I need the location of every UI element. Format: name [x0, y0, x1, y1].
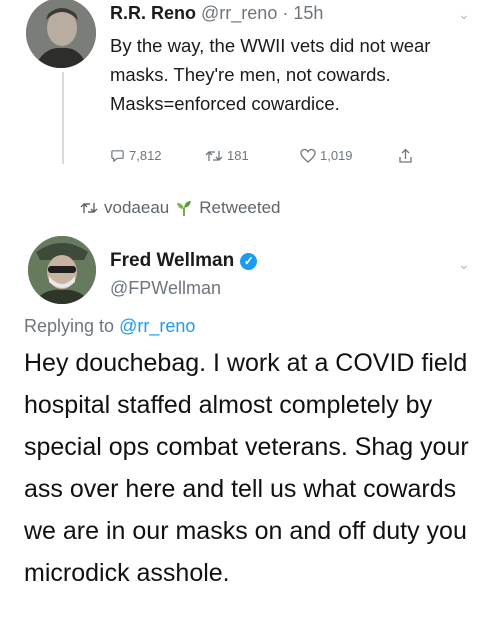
- like-icon: [300, 148, 316, 163]
- retweeter-name[interactable]: vodaeau: [104, 198, 169, 218]
- retweet-button[interactable]: 181: [205, 148, 249, 163]
- reply-button[interactable]: 7,812: [110, 148, 162, 163]
- tweet2-author-handle[interactable]: @FPWellman: [110, 278, 221, 299]
- chevron-down-icon[interactable]: ⌄: [458, 256, 470, 273]
- retweet-icon: [80, 203, 98, 213]
- replying-handle-link[interactable]: @rr_reno: [119, 316, 195, 336]
- like-count: 1,019: [320, 148, 353, 163]
- avatar-fred-wellman[interactable]: [28, 236, 96, 304]
- tweet1-author-name[interactable]: R.R. Reno: [110, 3, 196, 23]
- tweet2-text: Hey douchebag. I work at a COVID field h…: [24, 349, 469, 587]
- verified-badge-icon: ✓: [240, 252, 258, 270]
- retweet-icon: [205, 150, 223, 161]
- reply-icon: [111, 150, 124, 163]
- tweet2-author-name[interactable]: Fred Wellman: [110, 250, 234, 272]
- tweet2-header: Fred Wellman ✓: [110, 250, 258, 272]
- thread-line: [62, 72, 64, 164]
- tweet1-text: By the way, the WWII vets did not wear m…: [110, 35, 431, 114]
- tweet1-author-handle[interactable]: @rr_reno: [201, 3, 277, 23]
- avatar-rr-reno[interactable]: [26, 0, 96, 68]
- retweet-count: 181: [227, 148, 249, 163]
- sprout-emoji-icon: [177, 201, 192, 216]
- like-button[interactable]: 1,019: [300, 148, 353, 163]
- chevron-down-icon[interactable]: ⌄: [458, 6, 470, 23]
- retweeted-banner: vodaeau Retweeted: [80, 198, 281, 218]
- replying-to: Replying to @rr_reno: [24, 316, 195, 337]
- share-button[interactable]: [398, 148, 413, 164]
- share-icon: [399, 148, 412, 163]
- reply-count: 7,812: [129, 148, 162, 163]
- replying-prefix: Replying to: [24, 316, 120, 336]
- retweeted-label: Retweeted: [199, 198, 281, 217]
- tweet1-header: R.R. Reno @rr_reno · 15h: [110, 3, 323, 24]
- tweet1-timestamp[interactable]: · 15h: [282, 3, 323, 23]
- tweet-original: R.R. Reno @rr_reno · 15h ⌄ By the way, t…: [0, 0, 496, 190]
